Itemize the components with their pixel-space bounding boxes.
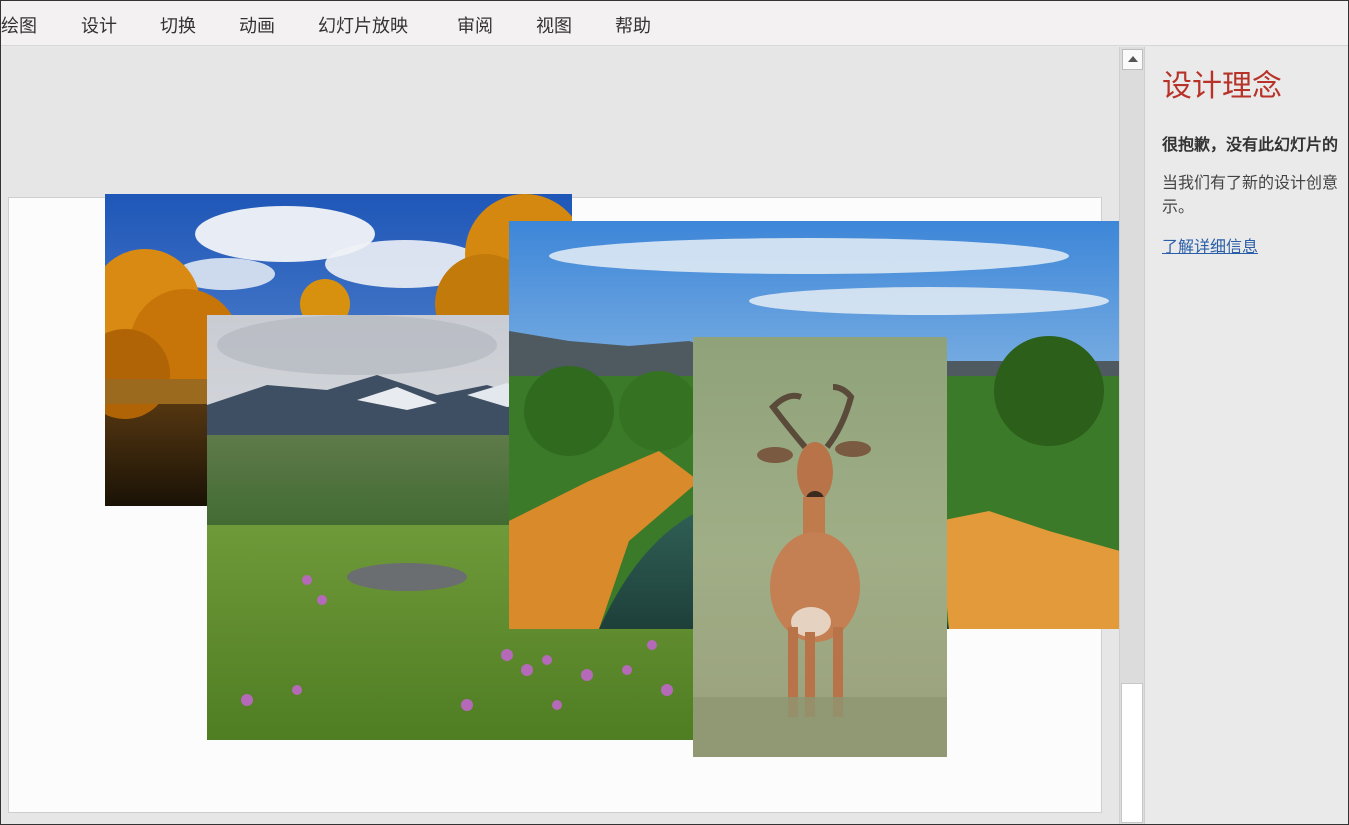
tab-help[interactable]: 帮助: [615, 12, 651, 38]
ideas-description: 当我们有了新的设计创意 示。: [1162, 171, 1348, 219]
tab-slideshow[interactable]: 幻灯片放映: [318, 12, 408, 38]
design-ideas-pane: 设计理念 很抱歉，没有此幻灯片的 当我们有了新的设计创意 示。 了解详细信息: [1146, 47, 1348, 824]
tab-review[interactable]: 审阅: [457, 12, 493, 38]
pane-title: 设计理念: [1162, 69, 1282, 104]
scroll-thumb[interactable]: [1121, 683, 1143, 823]
ideas-description-line2: 示。: [1162, 197, 1195, 216]
ideas-description-line1: 当我们有了新的设计创意: [1162, 173, 1339, 192]
vertical-scrollbar[interactable]: [1119, 47, 1145, 824]
powerpoint-window: 绘图 设计 切换 动画 幻灯片放映 审阅 视图 帮助 设计理念 很抱歉，没有此幻…: [0, 0, 1349, 825]
tab-view[interactable]: 视图: [536, 12, 572, 38]
learn-more-link[interactable]: 了解详细信息: [1162, 233, 1258, 257]
slide-editor: [3, 47, 1119, 824]
tab-design[interactable]: 设计: [81, 12, 117, 38]
antelope-photo[interactable]: [693, 337, 947, 757]
tab-draw[interactable]: 绘图: [1, 12, 37, 38]
tab-animations[interactable]: 动画: [239, 12, 275, 38]
tab-transitions[interactable]: 切换: [160, 12, 196, 38]
ribbon-tab-bar: 绘图 设计 切换 动画 幻灯片放映 审阅 视图 帮助: [1, 1, 1348, 46]
no-ideas-message: 很抱歉，没有此幻灯片的: [1162, 135, 1339, 154]
scroll-up-button[interactable]: [1122, 49, 1143, 70]
